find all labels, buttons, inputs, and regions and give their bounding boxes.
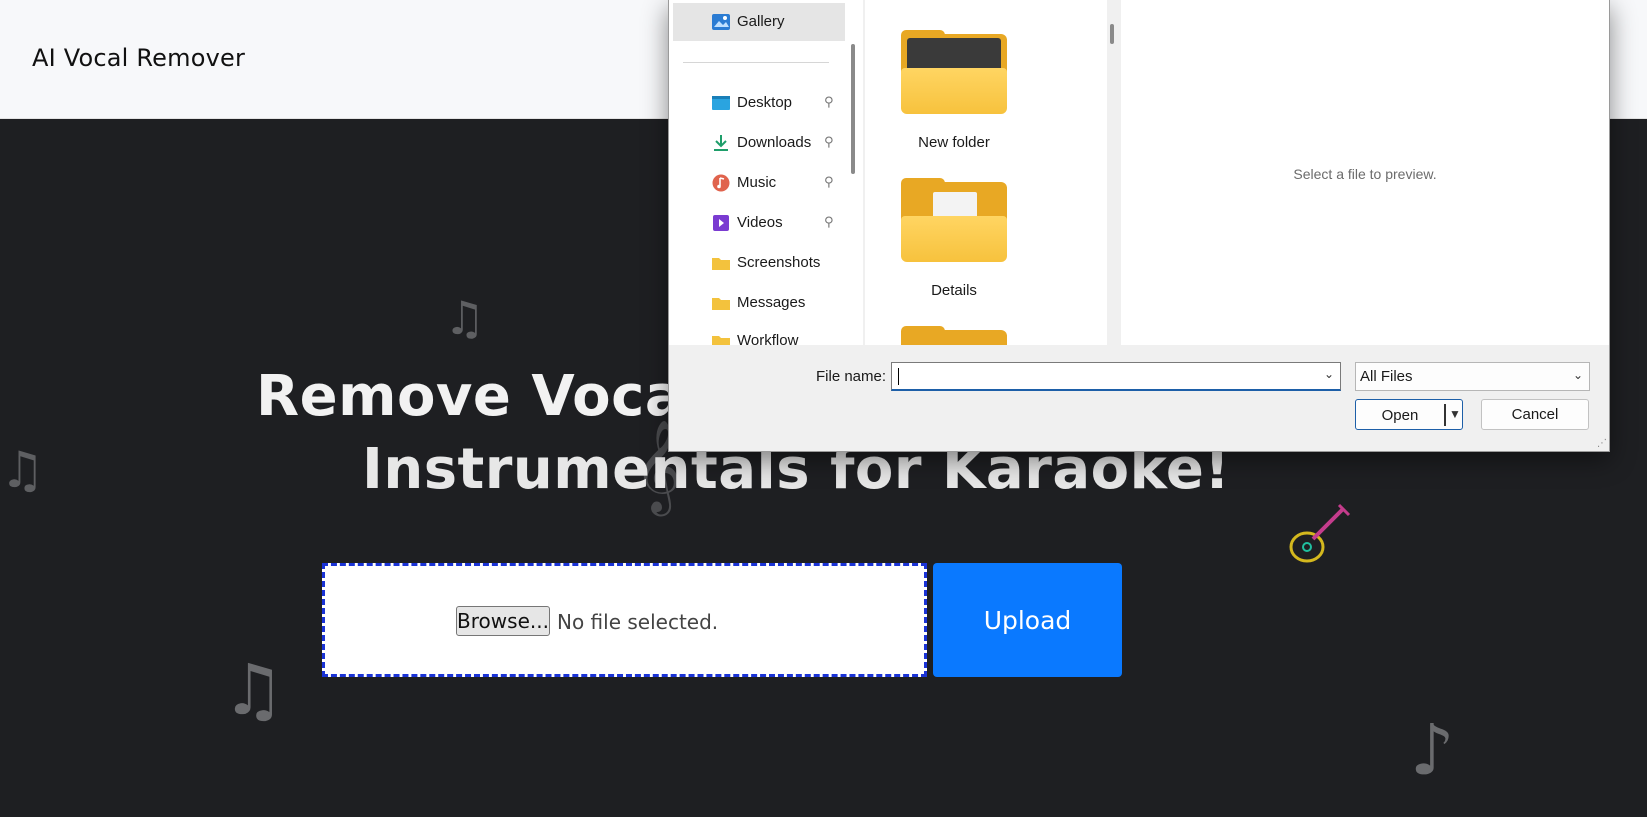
music-icon (712, 174, 730, 192)
files-scrollbar[interactable] (1110, 24, 1114, 44)
nav-item-workflow[interactable]: Workflow (673, 322, 845, 345)
nav-item-messages[interactable]: Messages (673, 284, 845, 322)
open-button-label: Open (1381, 407, 1419, 424)
videos-icon (713, 215, 729, 231)
nav-item-label: Messages (737, 294, 806, 311)
nav-scrollbar[interactable] (851, 44, 855, 174)
music-note-icon: ♫ (222, 649, 285, 731)
chevron-down-icon[interactable]: ⌄ (1324, 367, 1334, 381)
preview-pane: Select a file to preview. (1121, 0, 1609, 345)
resize-grip-icon[interactable]: ⋰ (1597, 438, 1607, 449)
pin-icon: ⚲ (824, 214, 834, 229)
folder-icon (712, 298, 730, 310)
preview-placeholder: Select a file to preview. (1293, 166, 1437, 182)
desktop-icon (712, 96, 730, 110)
nav-item-label: Gallery (737, 13, 785, 30)
nav-item-music[interactable]: Music ⚲ (673, 164, 845, 202)
chevron-down-icon: ⌄ (1572, 368, 1583, 382)
file-name-label: File name: (816, 368, 887, 385)
nav-item-label: Desktop (737, 94, 793, 111)
folder-icon (712, 336, 730, 345)
folder-icon (901, 30, 1007, 114)
file-dropzone[interactable]: Browse... No file selected. (322, 563, 927, 677)
open-button[interactable]: Open ▼ (1355, 399, 1463, 430)
browse-button[interactable]: Browse... (456, 606, 550, 636)
music-notes-icon: ♫ (0, 441, 45, 499)
folder-item[interactable] (901, 326, 1007, 345)
file-open-dialog: Gallery Desktop ⚲ Downloads ⚲ Music ⚲ Vi… (668, 0, 1610, 452)
nav-item-label: Downloads (737, 134, 812, 151)
nav-item-desktop[interactable]: Desktop ⚲ (673, 84, 845, 122)
pin-icon: ⚲ (824, 174, 834, 189)
site-brand[interactable]: AI Vocal Remover (32, 44, 245, 72)
nav-item-videos[interactable]: Videos ⚲ (673, 204, 845, 242)
text-caret (898, 367, 899, 385)
nav-divider (683, 62, 829, 63)
upload-button[interactable]: Upload (933, 563, 1122, 677)
folder-icon (712, 258, 730, 270)
music-notes-icon: ♫ (444, 291, 486, 345)
downloads-icon (714, 135, 728, 151)
file-type-value: All Files (1360, 368, 1413, 385)
file-type-select[interactable]: All Files ⌄ (1355, 362, 1590, 391)
file-name-input[interactable]: ⌄ (891, 362, 1341, 391)
pin-icon: ⚲ (824, 94, 834, 109)
guitar-icon (1289, 503, 1351, 563)
folder-name: Details (931, 282, 977, 299)
nav-item-label: Screenshots (737, 254, 821, 271)
nav-item-gallery[interactable]: Gallery (673, 3, 845, 41)
folder-name: New folder (918, 134, 990, 151)
nav-item-screenshots[interactable]: Screenshots (673, 244, 845, 282)
pin-icon: ⚲ (824, 134, 834, 149)
folder-icon (901, 326, 1007, 345)
file-status-text: No file selected. (557, 610, 719, 634)
cancel-button[interactable]: Cancel (1481, 399, 1589, 430)
gallery-icon (712, 14, 730, 30)
nav-item-label: Music (737, 174, 777, 191)
folder-icon (901, 178, 1007, 262)
nav-item-label: Workflow (737, 332, 799, 345)
navigation-pane: Gallery Desktop ⚲ Downloads ⚲ Music ⚲ Vi… (669, 0, 863, 345)
split-divider (1444, 404, 1446, 426)
dropdown-arrow-icon[interactable]: ▼ (1449, 407, 1461, 421)
nav-item-downloads[interactable]: Downloads ⚲ (673, 124, 845, 162)
music-note-icon: ♪ (1410, 709, 1455, 791)
files-pane: New folder Details (864, 0, 1107, 345)
headline-line-1: Remove Vocals (256, 364, 737, 429)
nav-item-label: Videos (737, 214, 783, 231)
